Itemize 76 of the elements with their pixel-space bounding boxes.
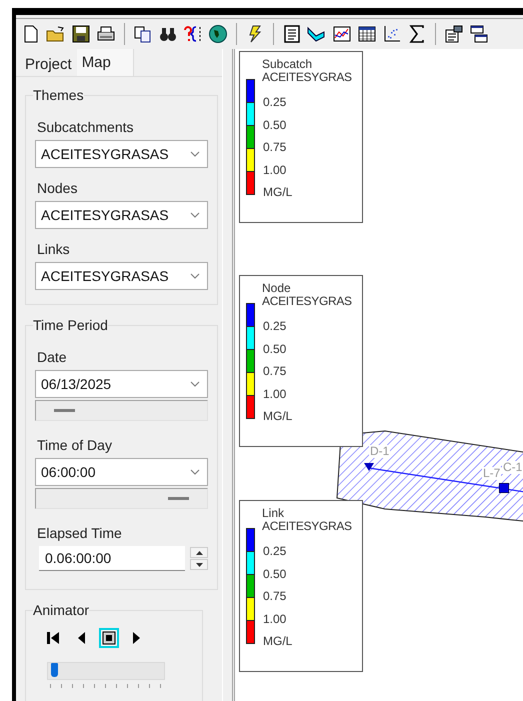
legend-value: 1.00 xyxy=(263,386,286,401)
slider-thumb[interactable] xyxy=(168,497,189,500)
tab[interactable]: Map xyxy=(76,49,134,76)
legend-value: 0.75 xyxy=(263,364,286,378)
dropdown[interactable]: ACEITESYGRASAS xyxy=(35,201,208,229)
field-label: Subcatchments xyxy=(37,119,134,135)
globe-icon xyxy=(208,24,228,44)
scatter-plot-icon xyxy=(382,24,402,44)
junction-node-icon xyxy=(499,483,509,493)
slider-thumb[interactable] xyxy=(54,409,75,412)
legend-title: Subcatch xyxy=(262,57,312,71)
map-label: C-1 xyxy=(502,461,523,474)
field-label: Links xyxy=(37,241,71,257)
save-icon xyxy=(71,24,91,44)
report-icon xyxy=(282,24,302,44)
legend-value: 0.75 xyxy=(263,140,286,154)
dropdown-caret-icon xyxy=(190,151,200,157)
legend-value: 0.50 xyxy=(263,566,286,581)
field-label: Time of Day xyxy=(37,437,113,453)
map-label: L-7 xyxy=(482,467,502,480)
field-label: Elapsed Time xyxy=(37,525,123,541)
dropdown-caret-icon xyxy=(190,381,200,387)
dropdown-caret-icon xyxy=(190,469,200,475)
legend-units: MG/L xyxy=(263,185,292,200)
group-title: Themes xyxy=(33,87,84,103)
legend-value: 1.00 xyxy=(263,162,286,177)
spin-down-button[interactable] xyxy=(190,559,208,570)
sigma-icon xyxy=(407,24,427,44)
elapsed-time-field[interactable]: 0.06:00:00 xyxy=(39,546,185,571)
dropdown[interactable]: ACEITESYGRASAS xyxy=(35,140,208,168)
rewind-icon xyxy=(46,631,60,645)
group-title: Animator xyxy=(33,602,90,618)
legend-value: 0.25 xyxy=(263,319,286,333)
dropdown-caret-icon xyxy=(190,212,200,218)
date-slider[interactable] xyxy=(35,400,208,421)
time-dropdown[interactable]: 06:00:00 xyxy=(35,458,208,486)
slider-thumb[interactable] xyxy=(51,663,58,677)
folder-icon xyxy=(46,24,66,44)
map-label: D-1 xyxy=(369,445,390,458)
field-label: Nodes xyxy=(37,180,78,196)
legend-units: MG/L xyxy=(263,409,292,424)
legend-value: 0.75 xyxy=(263,589,286,604)
legend-value: 0.25 xyxy=(263,544,286,558)
legend-variable: ACEITESYGRAS xyxy=(262,294,352,308)
down-arrow-icon xyxy=(196,562,202,566)
query-icon xyxy=(183,24,203,44)
legend-title: Node xyxy=(262,281,291,295)
dropdown-caret-icon xyxy=(190,273,200,279)
field-label: Date xyxy=(37,349,68,365)
stop-icon xyxy=(102,631,116,645)
legend-variable: ACEITESYGRAS xyxy=(262,70,352,84)
toolbar-button[interactable] xyxy=(207,22,229,46)
profile-icon xyxy=(307,24,327,44)
copy-icon xyxy=(133,24,153,44)
properties-icon xyxy=(444,24,464,44)
legend-value: 1.00 xyxy=(263,612,286,626)
legend-variable: ACEITESYGRAS xyxy=(262,519,352,533)
outfall-node-icon xyxy=(364,463,374,471)
date-dropdown[interactable]: 06/13/2025 xyxy=(35,370,208,398)
line-graph-icon xyxy=(332,24,352,44)
animator-button[interactable] xyxy=(99,628,119,648)
legend-title: Link xyxy=(262,506,284,520)
spin-up-button[interactable] xyxy=(190,547,208,558)
play-icon xyxy=(132,631,142,645)
step-back-icon xyxy=(76,631,86,645)
table-icon xyxy=(357,24,377,44)
up-arrow-icon xyxy=(196,550,202,554)
cascade-windows-icon xyxy=(469,24,489,44)
legend-value: 0.50 xyxy=(263,118,286,132)
time-slider[interactable] xyxy=(35,488,208,509)
legend-units: MG/L xyxy=(263,634,292,648)
legend-value: 0.50 xyxy=(263,342,286,356)
group-title: Time Period xyxy=(33,317,108,333)
speed-slider[interactable] xyxy=(47,662,165,680)
dropdown[interactable]: ACEITESYGRASAS xyxy=(35,262,208,290)
legend-value: 0.25 xyxy=(263,95,286,109)
